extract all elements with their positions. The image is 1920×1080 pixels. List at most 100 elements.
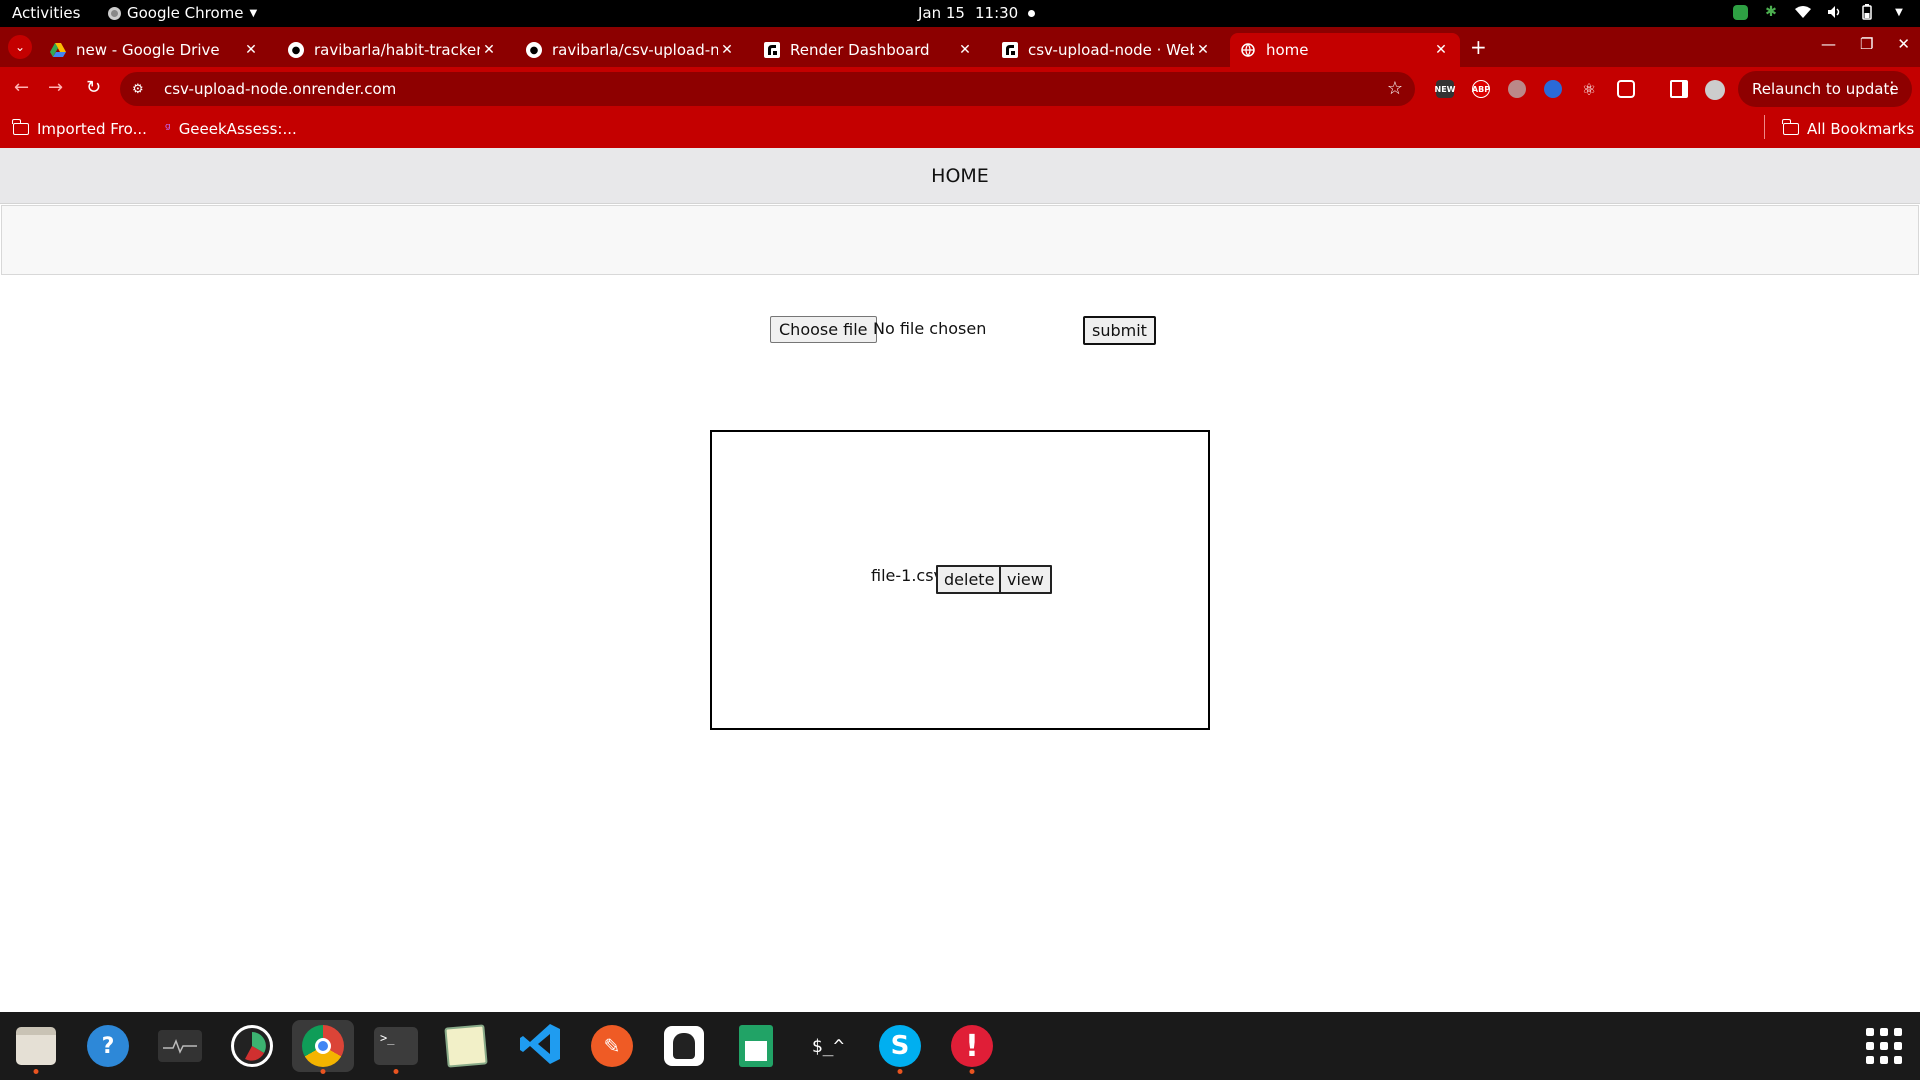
chrome-icon: [302, 1025, 344, 1067]
vscode-icon: [518, 1022, 562, 1070]
tab-search-button[interactable]: ⌄: [8, 35, 32, 59]
alert-icon: !: [951, 1025, 993, 1067]
profile-avatar-icon[interactable]: [1705, 80, 1725, 100]
folder-icon: [12, 119, 29, 135]
upload-form: [1, 205, 1919, 275]
page-header: HOME: [0, 148, 1920, 204]
tab-close-icon[interactable]: ✕: [956, 42, 974, 58]
spreadsheet-icon: [739, 1025, 773, 1067]
adblock-icon[interactable]: ABP: [1472, 80, 1490, 98]
site-info-icon[interactable]: ⚙: [132, 82, 152, 97]
volume-icon[interactable]: [1826, 3, 1844, 21]
notification-dot: [1028, 9, 1036, 17]
dock: ? >_ ✎ $_^ S !: [0, 1012, 1920, 1080]
dock-vscode[interactable]: [514, 1020, 566, 1072]
tab-close-icon[interactable]: ✕: [480, 42, 498, 58]
tab-google-drive[interactable]: new - Google Drive ✕: [40, 33, 270, 67]
bookmark-geekassess[interactable]: ᵍ GeeekAssess:...: [165, 120, 297, 138]
render-icon: [764, 42, 780, 58]
dock-alert-app[interactable]: !: [946, 1020, 998, 1074]
bookmark-star-icon[interactable]: ☆: [1387, 78, 1403, 99]
side-panel-icon[interactable]: [1670, 80, 1688, 98]
render-icon: [1002, 42, 1018, 58]
dock-terminal[interactable]: >_: [370, 1020, 422, 1074]
new-extension-icon[interactable]: NEW: [1435, 80, 1456, 98]
view-button[interactable]: view: [999, 565, 1052, 594]
activities-button[interactable]: Activities: [12, 4, 80, 22]
restore-icon[interactable]: ❐: [1860, 35, 1873, 53]
text-editor-icon: [444, 1024, 488, 1068]
browser-toolbar: ← → ↻ ⚙ csv-upload-node.onrender.com ☆ N…: [0, 67, 1920, 111]
system-tray[interactable]: ✱ ▼: [1733, 3, 1908, 21]
tab-title: csv-upload-node · Web: [1028, 41, 1194, 59]
tab-render-web-service[interactable]: csv-upload-node · Web ✕: [992, 33, 1222, 67]
files-icon: [16, 1027, 56, 1065]
tab-close-icon[interactable]: ✕: [1194, 42, 1212, 58]
dock-skype[interactable]: S: [874, 1020, 926, 1074]
dock-spreadsheet[interactable]: [730, 1020, 782, 1072]
power-menu-icon[interactable]: ▼: [1890, 3, 1908, 21]
minimize-icon[interactable]: —: [1821, 35, 1836, 53]
running-indicator: [897, 1069, 903, 1074]
bookmark-label: Imported Fro...: [37, 120, 147, 138]
bash-icon: $_^: [811, 1035, 845, 1057]
system-top-bar: Activities Google Chrome ▼ Jan 15 11:30 …: [0, 0, 1920, 27]
running-indicator: [33, 1069, 39, 1074]
bookmark-imported[interactable]: Imported Fro...: [12, 119, 147, 138]
tab-close-icon[interactable]: ✕: [718, 42, 736, 58]
bookmark-label: GeeekAssess:...: [178, 120, 297, 138]
github-icon: ●: [526, 42, 542, 58]
app-menu[interactable]: Google Chrome ▼: [108, 4, 257, 22]
browser-frame: ⌄ new - Google Drive ✕ ● ravibarla/habit…: [0, 27, 1920, 148]
dock-bash[interactable]: $_^: [802, 1020, 854, 1072]
time-label: 11:30: [974, 4, 1019, 22]
relaunch-to-update-button[interactable]: Relaunch to update ⋮: [1738, 71, 1912, 107]
react-devtools-icon[interactable]: ⚛: [1580, 80, 1598, 99]
clock-app-icon: [231, 1025, 273, 1067]
reload-icon[interactable]: ↻: [86, 77, 101, 98]
new-tab-button[interactable]: +: [1470, 35, 1487, 59]
dock-text-editor[interactable]: [440, 1020, 492, 1072]
dock-clock[interactable]: [226, 1020, 278, 1072]
all-bookmarks-label: All Bookmarks: [1807, 120, 1915, 138]
back-arrow-icon[interactable]: ←: [14, 77, 29, 98]
battery-icon[interactable]: [1858, 3, 1876, 21]
dock-postman[interactable]: ✎: [586, 1020, 638, 1072]
dock-help[interactable]: ?: [82, 1020, 134, 1072]
show-apps-grid-icon[interactable]: [1866, 1028, 1902, 1064]
address-bar[interactable]: ⚙ csv-upload-node.onrender.com ☆: [120, 72, 1415, 106]
menu-kebab-icon[interactable]: ⋮: [1884, 78, 1900, 97]
dock-system-monitor[interactable]: [154, 1020, 206, 1072]
extension-blue-icon[interactable]: [1544, 80, 1562, 98]
system-monitor-icon: [158, 1030, 202, 1062]
url-text: csv-upload-node.onrender.com: [164, 80, 397, 98]
page-title: HOME: [931, 164, 989, 187]
clock[interactable]: Jan 15 11:30: [918, 4, 1036, 22]
page-content: HOME Choose file No file chosen submit f…: [0, 148, 1920, 1012]
update-shield-icon[interactable]: [1733, 4, 1748, 20]
running-indicator: [320, 1069, 326, 1074]
choose-file-button[interactable]: Choose file: [770, 316, 877, 343]
tab-github-csv-upload[interactable]: ● ravibarla/csv-upload-no ✕: [516, 33, 746, 67]
tab-github-habit-tracker[interactable]: ● ravibarla/habit-tracker-4 ✕: [278, 33, 508, 67]
extensions-puzzle-icon[interactable]: [1617, 80, 1635, 98]
help-icon: ?: [87, 1025, 129, 1067]
extension-face-icon[interactable]: [1508, 80, 1526, 98]
tab-render-dashboard[interactable]: Render Dashboard ✕: [754, 33, 984, 67]
dock-files[interactable]: [10, 1020, 62, 1074]
forward-arrow-icon[interactable]: →: [48, 77, 63, 98]
dock-chrome[interactable]: [292, 1020, 354, 1074]
wifi-icon[interactable]: [1794, 3, 1812, 21]
dock-beekeeper[interactable]: [658, 1020, 710, 1072]
tab-close-icon[interactable]: ✕: [1432, 42, 1450, 58]
delete-button[interactable]: delete: [936, 565, 1003, 594]
tab-close-icon[interactable]: ✕: [242, 42, 260, 58]
submit-button[interactable]: submit: [1083, 316, 1156, 345]
chrome-small-icon: [108, 6, 121, 20]
tab-home[interactable]: home ✕: [1230, 33, 1460, 67]
extension-puzzle-icon[interactable]: ✱: [1762, 3, 1780, 21]
close-window-icon[interactable]: ✕: [1897, 35, 1910, 53]
all-bookmarks-button[interactable]: All Bookmarks: [1782, 119, 1915, 138]
bookmark-icon: ᵍ: [165, 121, 171, 137]
app-name-label: Google Chrome: [127, 4, 244, 22]
